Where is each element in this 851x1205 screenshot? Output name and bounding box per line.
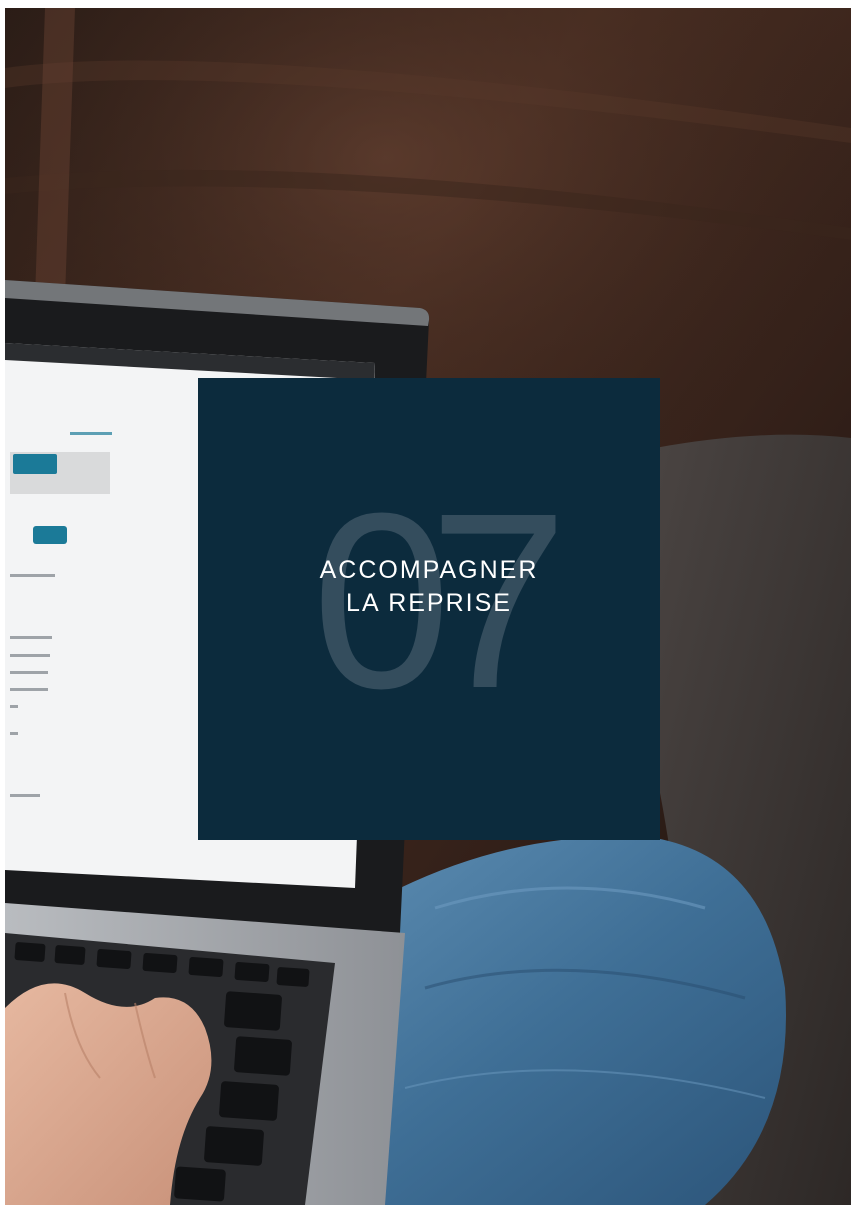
chapter-title-line-2: LA REPRISE bbox=[346, 589, 512, 617]
page-margin-left bbox=[0, 0, 5, 1205]
chapter-title-panel: 07 ACCOMPAGNER LA REPRISE bbox=[198, 378, 660, 840]
chapter-cover-page: 07 ACCOMPAGNER LA REPRISE bbox=[0, 0, 851, 1205]
page-margin-top bbox=[0, 0, 851, 8]
chapter-title: ACCOMPAGNER LA REPRISE bbox=[198, 554, 660, 620]
chapter-title-line-1: ACCOMPAGNER bbox=[319, 556, 539, 584]
